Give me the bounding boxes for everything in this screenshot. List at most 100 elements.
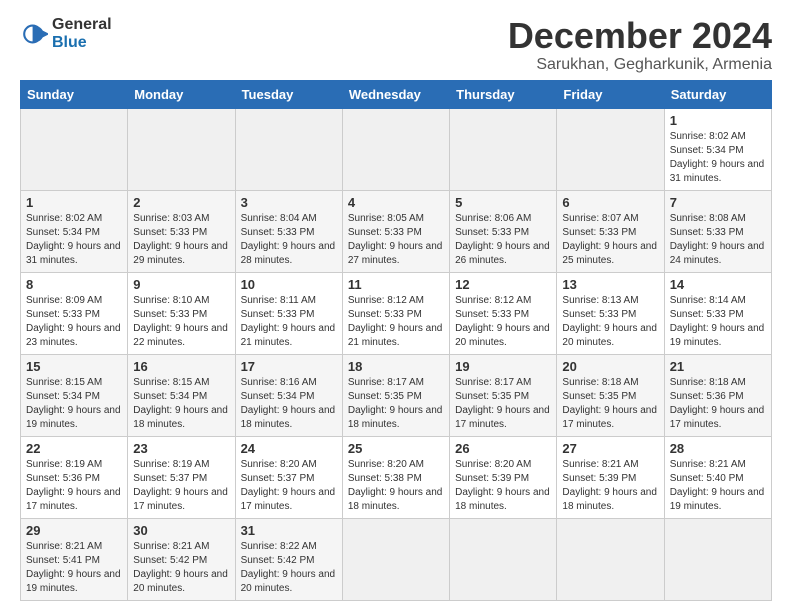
calendar-cell: 16 Sunrise: 8:15 AMSunset: 5:34 PMDayligh…	[128, 354, 235, 436]
calendar-cell	[235, 108, 342, 190]
day-info: Sunrise: 8:11 AMSunset: 5:33 PMDaylight:…	[241, 295, 336, 348]
calendar-cell: 15Sunrise: 8:15 AMSunset: 5:34 PMDayligh…	[21, 354, 128, 436]
day-info: Sunrise: 8:20 AMSunset: 5:37 PMDaylight:…	[241, 459, 336, 512]
calendar-cell	[21, 108, 128, 190]
calendar-cell: 22 Sunrise: 8:19 AMSunset: 5:36 PMDayligh…	[21, 436, 128, 518]
header-cell-monday: Monday	[128, 80, 235, 108]
day-number: 22	[26, 441, 122, 456]
header-cell-sunday: Sunday	[21, 80, 128, 108]
header-cell-thursday: Thursday	[450, 80, 557, 108]
calendar-cell: 9Sunrise: 8:10 AMSunset: 5:33 PMDaylight…	[128, 272, 235, 354]
day-info: Sunrise: 8:12 AMSunset: 5:33 PMDaylight:…	[348, 295, 443, 348]
calendar-cell: 6Sunrise: 8:07 AMSunset: 5:33 PMDaylight…	[557, 190, 664, 272]
calendar-row: 15Sunrise: 8:15 AMSunset: 5:34 PMDayligh…	[21, 354, 772, 436]
calendar-row: 22 Sunrise: 8:19 AMSunset: 5:36 PMDayligh…	[21, 436, 772, 518]
day-number: 7	[670, 195, 766, 210]
day-number: 31	[241, 523, 337, 538]
calendar-cell: 10Sunrise: 8:11 AMSunset: 5:33 PMDayligh…	[235, 272, 342, 354]
day-number: 23	[133, 441, 229, 456]
day-info: Sunrise: 8:16 AMSunset: 5:34 PMDaylight:…	[241, 377, 336, 430]
calendar-cell: 4 Sunrise: 8:05 AMSunset: 5:33 PMDaylight…	[342, 190, 449, 272]
day-number: 25	[348, 441, 444, 456]
day-info: Sunrise: 8:14 AMSunset: 5:33 PMDaylight:…	[670, 295, 765, 348]
day-info: Sunrise: 8:13 AMSunset: 5:33 PMDaylight:…	[562, 295, 657, 348]
day-number: 21	[670, 359, 766, 374]
calendar-cell: 2 Sunrise: 8:03 AMSunset: 5:33 PMDaylight…	[128, 190, 235, 272]
day-info: Sunrise: 8:19 AMSunset: 5:37 PMDaylight:…	[133, 459, 228, 512]
calendar-cell: 24 Sunrise: 8:20 AMSunset: 5:37 PMDayligh…	[235, 436, 342, 518]
logo-text: General Blue	[52, 16, 112, 51]
header-cell-wednesday: Wednesday	[342, 80, 449, 108]
calendar-row: 8Sunrise: 8:09 AMSunset: 5:33 PMDaylight…	[21, 272, 772, 354]
calendar-cell: 21 Sunrise: 8:18 AMSunset: 5:36 PMDayligh…	[664, 354, 771, 436]
day-info: Sunrise: 8:18 AMSunset: 5:35 PMDaylight:…	[562, 377, 657, 430]
calendar-table: SundayMondayTuesdayWednesdayThursdayFrid…	[20, 80, 772, 601]
logo: General Blue	[20, 16, 112, 51]
day-number: 8	[26, 277, 122, 292]
logo-blue: Blue	[52, 34, 112, 52]
calendar-cell	[664, 518, 771, 600]
day-number: 12	[455, 277, 551, 292]
day-number: 27	[562, 441, 658, 456]
day-number: 11	[348, 277, 444, 292]
calendar-cell: 8Sunrise: 8:09 AMSunset: 5:33 PMDaylight…	[21, 272, 128, 354]
calendar-cell	[557, 518, 664, 600]
calendar-page: General Blue December 2024 Sarukhan, Geg…	[0, 0, 792, 611]
calendar-cell: 19Sunrise: 8:17 AMSunset: 5:35 PMDayligh…	[450, 354, 557, 436]
calendar-cell: 7Sunrise: 8:08 AMSunset: 5:33 PMDaylight…	[664, 190, 771, 272]
day-info: Sunrise: 8:02 AMSunset: 5:34 PMDaylight:…	[670, 131, 765, 184]
day-number: 19	[455, 359, 551, 374]
calendar-cell: 3Sunrise: 8:04 AMSunset: 5:33 PMDaylight…	[235, 190, 342, 272]
day-number: 2	[133, 195, 229, 210]
calendar-cell: 1 Sunrise: 8:02 AMSunset: 5:34 PMDaylight…	[21, 190, 128, 272]
day-number: 24	[241, 441, 337, 456]
calendar-cell: 26Sunrise: 8:20 AMSunset: 5:39 PMDayligh…	[450, 436, 557, 518]
day-info: Sunrise: 8:06 AMSunset: 5:33 PMDaylight:…	[455, 213, 550, 266]
calendar-cell	[342, 518, 449, 600]
header: General Blue December 2024 Sarukhan, Geg…	[20, 16, 772, 74]
day-number: 1	[26, 195, 122, 210]
calendar-cell	[128, 108, 235, 190]
day-info: Sunrise: 8:21 AMSunset: 5:42 PMDaylight:…	[133, 541, 228, 594]
day-info: Sunrise: 8:02 AMSunset: 5:34 PMDaylight:…	[26, 213, 121, 266]
header-cell-tuesday: Tuesday	[235, 80, 342, 108]
day-number: 13	[562, 277, 658, 292]
day-info: Sunrise: 8:20 AMSunset: 5:39 PMDaylight:…	[455, 459, 550, 512]
day-info: Sunrise: 8:03 AMSunset: 5:33 PMDaylight:…	[133, 213, 228, 266]
day-number: 29	[26, 523, 122, 538]
main-title: December 2024	[508, 16, 772, 56]
header-row: SundayMondayTuesdayWednesdayThursdayFrid…	[21, 80, 772, 108]
logo-general: General	[52, 16, 112, 34]
day-number: 4	[348, 195, 444, 210]
calendar-cell: 29Sunrise: 8:21 AMSunset: 5:41 PMDayligh…	[21, 518, 128, 600]
day-number: 5	[455, 195, 551, 210]
day-info: Sunrise: 8:15 AMSunset: 5:34 PMDaylight:…	[133, 377, 228, 430]
day-info: Sunrise: 8:18 AMSunset: 5:36 PMDaylight:…	[670, 377, 765, 430]
day-number: 18	[348, 359, 444, 374]
calendar-cell	[342, 108, 449, 190]
calendar-cell: 14 Sunrise: 8:14 AMSunset: 5:33 PMDayligh…	[664, 272, 771, 354]
day-number: 17	[241, 359, 337, 374]
calendar-cell: 30Sunrise: 8:21 AMSunset: 5:42 PMDayligh…	[128, 518, 235, 600]
calendar-cell: 12Sunrise: 8:12 AMSunset: 5:33 PMDayligh…	[450, 272, 557, 354]
day-info: Sunrise: 8:21 AMSunset: 5:40 PMDaylight:…	[670, 459, 765, 512]
day-number: 1	[670, 113, 766, 128]
calendar-cell: 1 Sunrise: 8:02 AMSunset: 5:34 PMDaylight…	[664, 108, 771, 190]
day-number: 16	[133, 359, 229, 374]
day-info: Sunrise: 8:19 AMSunset: 5:36 PMDaylight:…	[26, 459, 121, 512]
calendar-cell: 17 Sunrise: 8:16 AMSunset: 5:34 PMDayligh…	[235, 354, 342, 436]
day-number: 14	[670, 277, 766, 292]
calendar-cell: 20 Sunrise: 8:18 AMSunset: 5:35 PMDayligh…	[557, 354, 664, 436]
day-info: Sunrise: 8:21 AMSunset: 5:39 PMDaylight:…	[562, 459, 657, 512]
calendar-cell: 18 Sunrise: 8:17 AMSunset: 5:35 PMDayligh…	[342, 354, 449, 436]
calendar-cell: 28Sunrise: 8:21 AMSunset: 5:40 PMDayligh…	[664, 436, 771, 518]
calendar-cell: 11 Sunrise: 8:12 AMSunset: 5:33 PMDayligh…	[342, 272, 449, 354]
day-info: Sunrise: 8:05 AMSunset: 5:33 PMDaylight:…	[348, 213, 443, 266]
day-number: 9	[133, 277, 229, 292]
calendar-cell: 5 Sunrise: 8:06 AMSunset: 5:33 PMDaylight…	[450, 190, 557, 272]
header-cell-friday: Friday	[557, 80, 664, 108]
calendar-row: 1 Sunrise: 8:02 AMSunset: 5:34 PMDaylight…	[21, 108, 772, 190]
day-number: 20	[562, 359, 658, 374]
day-info: Sunrise: 8:17 AMSunset: 5:35 PMDaylight:…	[348, 377, 443, 430]
calendar-cell: 13 Sunrise: 8:13 AMSunset: 5:33 PMDayligh…	[557, 272, 664, 354]
